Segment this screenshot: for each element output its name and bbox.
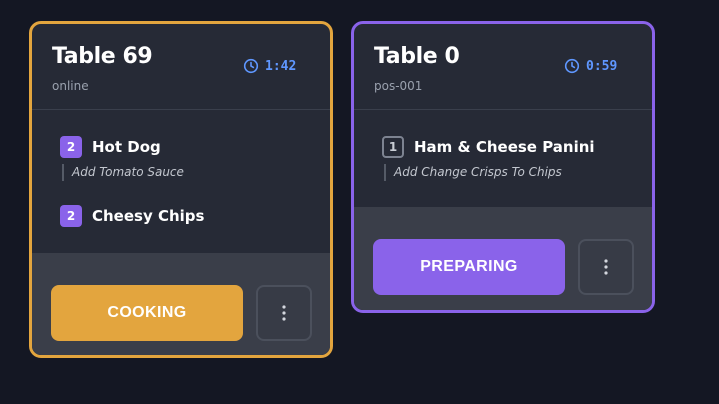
order-item: 1 Ham & Cheese Panini Add Change Crisps … bbox=[382, 136, 595, 181]
more-vertical-icon bbox=[604, 259, 608, 275]
timer-value: 1:42 bbox=[265, 58, 297, 74]
order-card-header: Table 0 pos-001 0:59 bbox=[354, 24, 652, 110]
order-timer: 1:42 bbox=[243, 58, 296, 74]
table-title: Table 0 bbox=[374, 44, 460, 69]
order-item: 2 Cheesy Chips bbox=[60, 205, 204, 227]
preparing-button[interactable]: PREPARING bbox=[373, 239, 565, 295]
more-options-button[interactable] bbox=[578, 239, 634, 295]
order-card-footer: COOKING bbox=[32, 253, 330, 355]
order-card-header: Table 69 online 1:42 bbox=[32, 24, 330, 110]
order-card-table-69: Table 69 online 1:42 2 Hot Dog Add Tomat… bbox=[29, 21, 333, 358]
quantity-badge: 1 bbox=[382, 136, 404, 158]
clock-icon bbox=[564, 58, 580, 74]
item-modifier: Add Tomato Sauce bbox=[62, 164, 184, 181]
order-card-table-0: Table 0 pos-001 0:59 1 Ham & Cheese Pani… bbox=[351, 21, 655, 313]
table-title: Table 69 bbox=[52, 44, 153, 69]
item-name: Hot Dog bbox=[92, 138, 161, 156]
quantity-badge: 2 bbox=[60, 136, 82, 158]
order-items: 2 Hot Dog Add Tomato Sauce 2 Cheesy Chip… bbox=[32, 110, 330, 253]
more-options-button[interactable] bbox=[256, 285, 312, 341]
timer-value: 0:59 bbox=[586, 58, 618, 74]
order-source: online bbox=[52, 79, 89, 93]
item-name: Cheesy Chips bbox=[92, 207, 205, 225]
quantity-badge: 2 bbox=[60, 205, 82, 227]
item-name: Ham & Cheese Panini bbox=[414, 138, 595, 156]
clock-icon bbox=[243, 58, 259, 74]
cooking-button[interactable]: COOKING bbox=[51, 285, 243, 341]
item-modifier: Add Change Crisps To Chips bbox=[384, 164, 595, 181]
order-source: pos-001 bbox=[374, 79, 423, 93]
order-items: 1 Ham & Cheese Panini Add Change Crisps … bbox=[354, 110, 652, 207]
order-timer: 0:59 bbox=[564, 58, 617, 74]
more-vertical-icon bbox=[282, 305, 286, 321]
order-card-footer: PREPARING bbox=[354, 207, 652, 310]
order-item: 2 Hot Dog Add Tomato Sauce bbox=[60, 136, 184, 181]
order-board: Table 69 online 1:42 2 Hot Dog Add Tomat… bbox=[0, 0, 719, 404]
